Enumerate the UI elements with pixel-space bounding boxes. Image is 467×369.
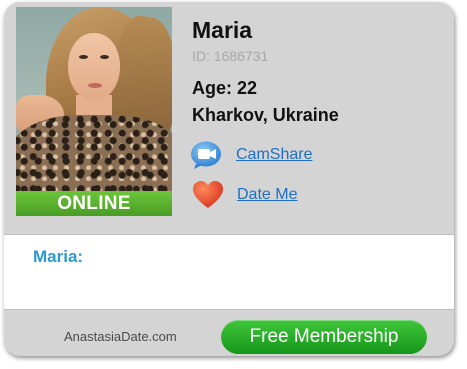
photo-eye-right (100, 55, 109, 59)
profile-id: ID: 1686731 (192, 48, 269, 64)
profile-card: ONLINE Maria ID: 1686731 Age: 22 Kharkov… (4, 2, 454, 356)
message-sender-label: Maria: (33, 247, 84, 266)
profile-photo[interactable] (16, 7, 172, 216)
date-me-link[interactable]: Date Me (192, 179, 297, 211)
photo-face (68, 33, 120, 101)
photo-lips (88, 83, 102, 88)
profile-location: Kharkov, Ukraine (192, 105, 339, 125)
online-status-badge: ONLINE (16, 191, 172, 216)
heart-icon (193, 181, 223, 208)
camshare-link-label[interactable]: CamShare (236, 146, 312, 164)
profile-age: Age: 22 (192, 78, 258, 98)
camshare-link[interactable]: CamShare (190, 140, 312, 170)
brand-name: AnastasiaDate.com (64, 329, 177, 344)
photo-eye-left (79, 55, 88, 59)
message-panel[interactable]: Maria: (4, 234, 454, 310)
video-camera-icon (191, 141, 221, 169)
profile-name: Maria (192, 17, 253, 43)
date-me-link-label[interactable]: Date Me (237, 186, 297, 204)
free-membership-button[interactable]: Free Membership (221, 320, 427, 354)
